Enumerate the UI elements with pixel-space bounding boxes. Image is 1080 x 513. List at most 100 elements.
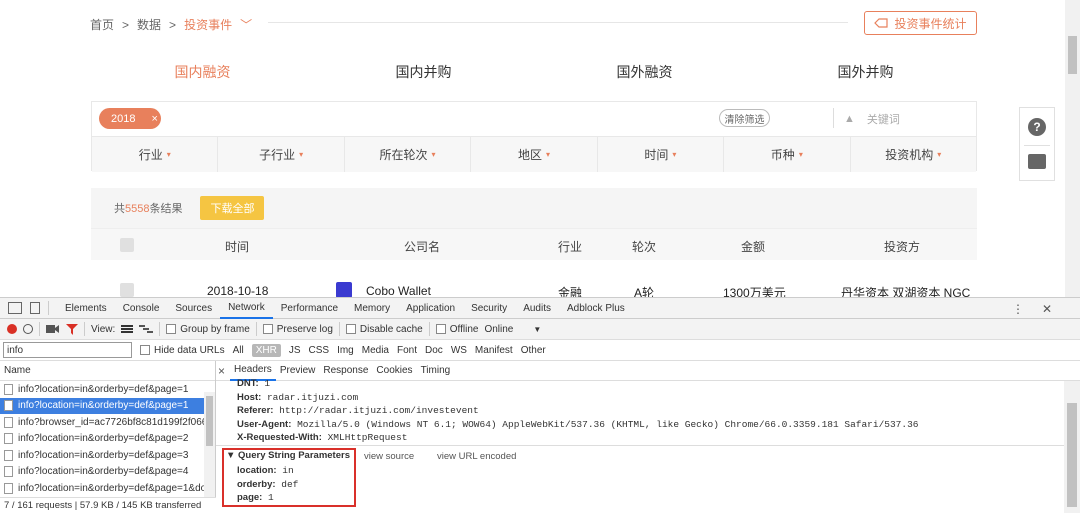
breadcrumb-home[interactable]: 首页 — [90, 16, 114, 33]
detail-scrollbar[interactable] — [1064, 381, 1080, 513]
clear-icon[interactable] — [23, 324, 33, 334]
type-ws[interactable]: WS — [451, 345, 467, 356]
keyword-search[interactable]: ▲ 关键词 — [844, 111, 900, 127]
type-xhr[interactable]: XHR — [251, 343, 281, 357]
request-list-scrollbar[interactable] — [204, 392, 215, 501]
type-all[interactable]: All — [233, 345, 244, 356]
request-item[interactable]: info?browser_id=ac7726bf8c81d199f2f066e — [0, 414, 204, 431]
type-font[interactable]: Font — [397, 345, 417, 356]
panel-console[interactable]: Console — [115, 298, 168, 319]
panel-audits[interactable]: Audits — [515, 298, 559, 319]
column-time[interactable]: 时间 — [225, 238, 249, 255]
type-doc[interactable]: Doc — [425, 345, 443, 356]
request-item-selected[interactable]: info?location=in&orderby=def&page=1 — [0, 397, 204, 414]
filter-region[interactable]: 地区 ▾ — [471, 137, 598, 172]
panel-sources[interactable]: Sources — [167, 298, 220, 319]
help-icon[interactable]: ? — [1028, 118, 1046, 136]
panel-adblock[interactable]: Adblock Plus — [559, 298, 633, 319]
column-company[interactable]: 公司名 — [404, 238, 440, 255]
type-css[interactable]: CSS — [309, 345, 330, 356]
filter-sub-industry[interactable]: 子行业 ▾ — [218, 137, 345, 172]
type-other[interactable]: Other — [521, 345, 546, 356]
page-scrollbar[interactable] — [1065, 0, 1080, 297]
row-checkbox[interactable] — [120, 283, 134, 297]
scrollbar-thumb[interactable] — [1068, 36, 1077, 74]
checkbox[interactable] — [435, 324, 446, 334]
close-icon[interactable]: ✕ — [1042, 302, 1052, 316]
filter-industry[interactable]: 行业 ▾ — [92, 137, 219, 172]
column-amount[interactable]: 金额 — [741, 238, 765, 255]
inspect-icon[interactable] — [8, 302, 22, 314]
dropdown-icon[interactable]: ▼ — [533, 325, 541, 334]
tab-timing[interactable]: Timing — [417, 361, 455, 381]
request-item[interactable]: info?location=in&orderby=def&page=1&do — [0, 480, 204, 497]
panel-memory[interactable]: Memory — [346, 298, 398, 319]
checkbox[interactable] — [140, 345, 150, 355]
panel-elements[interactable]: Elements — [57, 298, 115, 319]
hide-data-urls-checkbox[interactable]: Hide data URLs — [140, 345, 225, 356]
more-menu-icon[interactable]: ⋮ — [1012, 302, 1024, 316]
column-round[interactable]: 轮次 — [632, 238, 656, 255]
throttle-select[interactable]: Online — [484, 324, 513, 335]
tab-domestic-financing[interactable]: 国内融资 — [92, 62, 313, 82]
column-industry[interactable]: 行业 — [558, 238, 582, 255]
type-manifest[interactable]: Manifest — [475, 345, 513, 356]
screenshot-icon[interactable] — [46, 324, 60, 334]
panel-network[interactable]: Network — [220, 298, 273, 319]
record-icon[interactable] — [7, 324, 17, 334]
checkbox[interactable] — [166, 324, 177, 334]
device-toggle-icon[interactable] — [30, 302, 40, 314]
type-media[interactable]: Media — [362, 345, 389, 356]
waterfall-icon[interactable] — [139, 324, 154, 334]
request-item[interactable]: info?location=in&orderby=def&page=1 — [0, 381, 204, 398]
tab-foreign-financing[interactable]: 国外融资 — [534, 62, 755, 82]
table-row[interactable]: 2018-10-18 Cobo Wallet 金融 A轮 1300万美元 丹华资… — [91, 278, 977, 297]
type-js[interactable]: JS — [289, 345, 301, 356]
type-img[interactable]: Img — [337, 345, 354, 356]
group-by-frame-checkbox[interactable]: Group by frame — [166, 324, 250, 335]
investment-stats-button[interactable]: 投资事件统计 — [864, 11, 977, 35]
tab-domestic-ma[interactable]: 国内并购 — [313, 62, 534, 82]
scrollbar-thumb[interactable] — [1067, 403, 1077, 507]
checkbox[interactable] — [345, 324, 356, 334]
chevron-down-icon[interactable]: ﹀ — [240, 16, 252, 33]
tab-foreign-ma[interactable]: 国外并购 — [755, 62, 976, 82]
query-string-parameters-title[interactable]: ▼ Query String Parameters — [226, 450, 350, 461]
close-icon[interactable]: × — [218, 364, 230, 378]
row-company[interactable]: Cobo Wallet — [366, 284, 431, 297]
tab-cookies[interactable]: Cookies — [372, 361, 416, 381]
view-source-link[interactable]: view source — [364, 451, 414, 462]
filter-tag-2018[interactable]: 2018 × — [99, 108, 161, 129]
name-column-header[interactable]: Name — [0, 361, 215, 381]
filter-investor[interactable]: 投资机构 ▾ — [851, 137, 976, 172]
tab-response[interactable]: Response — [319, 361, 372, 381]
breadcrumb-current[interactable]: 投资事件 — [184, 16, 232, 33]
large-rows-icon[interactable] — [121, 324, 134, 334]
request-item[interactable]: info?location=in&orderby=def&page=3 — [0, 447, 204, 464]
column-investors[interactable]: 投资方 — [884, 238, 920, 255]
panel-security[interactable]: Security — [463, 298, 515, 319]
select-all-checkbox[interactable] — [120, 238, 134, 252]
close-icon[interactable]: × — [151, 113, 157, 125]
download-all-button[interactable]: 下载全部 — [200, 196, 265, 220]
filter-icon[interactable] — [66, 323, 78, 335]
panel-application[interactable]: Application — [398, 298, 463, 319]
offline-checkbox[interactable]: Offline — [435, 324, 478, 335]
checkbox[interactable] — [262, 324, 273, 334]
filter-input[interactable]: info — [3, 342, 132, 358]
request-item[interactable]: info?location=in&orderby=def&page=2 — [0, 431, 204, 448]
message-icon[interactable] — [1028, 154, 1046, 169]
disable-cache-checkbox[interactable]: Disable cache — [345, 324, 423, 335]
row-investors[interactable]: 丹华资本 双湖资本 NGC — [841, 284, 970, 297]
filter-round[interactable]: 所在轮次 ▾ — [345, 137, 472, 172]
filter-time[interactable]: 时间 ▾ — [598, 137, 725, 172]
preserve-log-checkbox[interactable]: Preserve log — [262, 324, 333, 335]
view-url-encoded-link[interactable]: view URL encoded — [437, 451, 516, 462]
clear-filters-button[interactable]: 清除筛选 — [719, 109, 770, 127]
request-item[interactable]: info?location=in&orderby=def&page=4 — [0, 464, 204, 481]
tab-preview[interactable]: Preview — [276, 361, 320, 381]
panel-performance[interactable]: Performance — [273, 298, 346, 319]
filter-currency[interactable]: 币种 ▾ — [724, 137, 851, 172]
breadcrumb-data[interactable]: 数据 — [137, 16, 161, 33]
scrollbar-thumb[interactable] — [206, 396, 213, 446]
